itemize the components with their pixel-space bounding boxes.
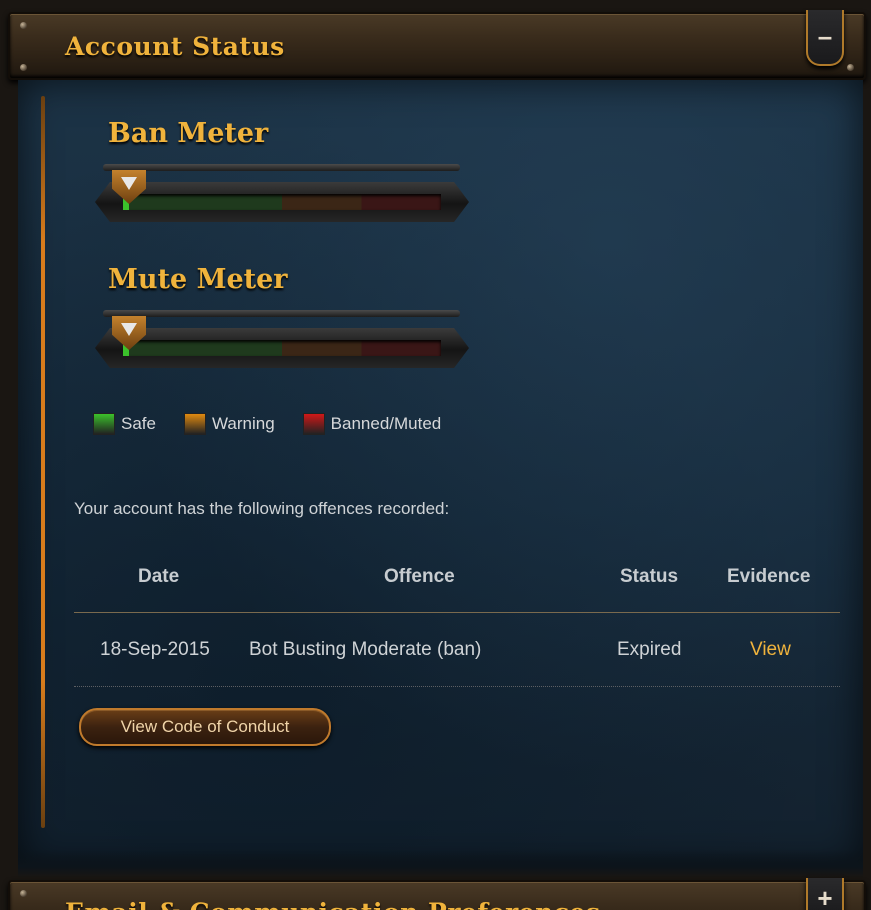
column-header-date: Date [138,566,180,587]
account-status-header[interactable]: Account Status – [8,10,866,80]
rivet-icon [20,890,27,897]
decorative-side-line [41,96,45,828]
mute-meter-title: Mute Meter [108,264,288,295]
mute-meter [95,310,469,380]
legend-label: Warning [211,414,275,433]
safe-swatch-icon [93,413,115,435]
column-header-offence: Offence [384,566,455,587]
legend-label: Banned/Muted [330,414,442,433]
expand-button[interactable]: + [806,878,844,910]
banned-swatch-icon [302,413,325,435]
rivet-icon [20,22,27,29]
rivet-icon [20,64,27,71]
warning-swatch-icon [183,413,206,435]
offence-name: Bot Busting Moderate (ban) [249,639,482,660]
meter-rail [103,310,460,317]
ban-meter-title: Ban Meter [108,118,269,149]
meter-track [123,194,441,210]
meter-rail [103,164,460,171]
row-divider [74,686,840,687]
email-preferences-header[interactable]: Email & Communication Preferences + [8,878,866,910]
legend-label: Safe [121,414,156,433]
offences-intro-text: Your account has the following offences … [74,499,450,518]
legend-item-warning: Warning [183,413,275,435]
meter-body [95,328,469,368]
legend-item-banned: Banned/Muted [302,413,442,435]
meter-body [95,182,469,222]
table-divider [74,612,840,613]
section-title: Account Status [65,32,285,61]
offence-date: 18-Sep-2015 [100,639,210,660]
rivet-icon [847,64,854,71]
meter-legend: Safe Warning Banned/Muted [93,413,469,435]
column-header-evidence: Evidence [727,566,811,587]
section-title: Email & Communication Preferences [65,898,601,910]
ban-meter [95,164,469,234]
panel-edge [18,850,863,878]
offence-status: Expired [617,639,682,660]
collapse-button[interactable]: – [806,10,844,66]
meter-track [123,340,441,356]
legend-item-safe: Safe [93,413,156,435]
view-code-of-conduct-button[interactable]: View Code of Conduct [79,708,331,746]
column-header-status: Status [620,566,679,587]
view-evidence-link[interactable]: View [750,639,791,661]
